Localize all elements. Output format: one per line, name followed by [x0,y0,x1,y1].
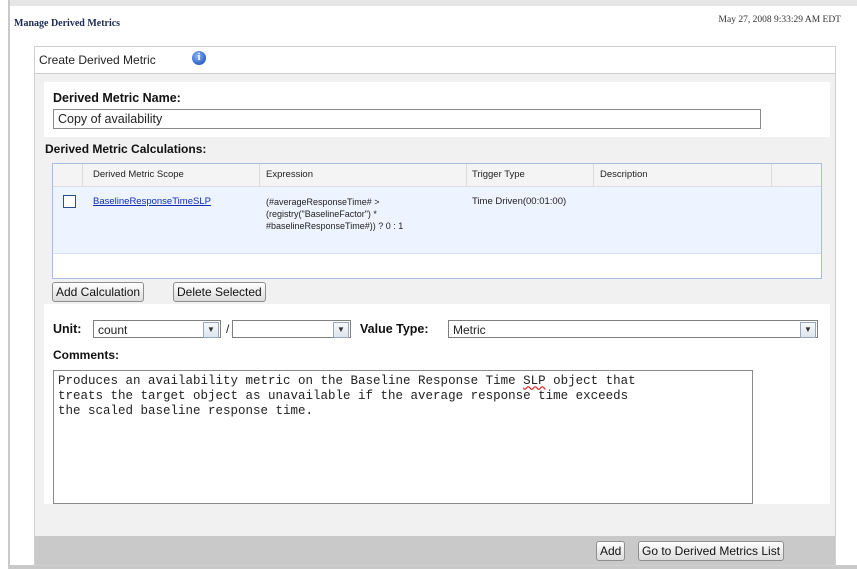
timestamp: May 27, 2008 9:33:29 AM EDT [718,15,841,25]
row-select-checkbox[interactable] [63,195,76,208]
column-header-trigger-type[interactable]: Trigger Type [472,169,525,180]
comments-label: Comments: [53,348,120,362]
scope-link[interactable]: BaselineResponseTimeSLP [93,196,211,207]
expression-line: (registry("BaselineFactor") * [266,209,377,219]
tab-create-derived-metric[interactable]: Create Derived Metric i [34,46,836,74]
column-header-scope[interactable]: Derived Metric Scope [93,169,184,180]
calculations-table: Derived Metric Scope Expression Trigger … [52,163,822,279]
delete-selected-button[interactable]: Delete Selected [173,282,266,302]
footer-bar: Add Go to Derived Metrics List [35,536,835,565]
window-top-border [8,0,857,6]
column-separator [593,164,594,186]
chevron-down-icon: ▼ [800,322,816,338]
unit-select-value: count [98,323,128,337]
column-header-description[interactable]: Description [600,169,648,180]
go-to-derived-metrics-list-button[interactable]: Go to Derived Metrics List [638,541,785,561]
column-separator [466,164,467,186]
expression-cell: (#averageResponseTime# > (registry("Base… [266,196,471,232]
unit-per-select[interactable]: ▼ [232,320,351,338]
page-title: Manage Derived Metrics [14,18,121,29]
value-type-label: Value Type: [360,322,429,336]
add-button[interactable]: Add [596,541,626,561]
window-left-border [8,0,10,569]
calculations-label: Derived Metric Calculations: [45,142,207,156]
comments-text: Produces an availability metric on the B… [58,374,524,388]
chevron-down-icon: ▼ [333,322,349,338]
add-calculation-button[interactable]: Add Calculation [52,282,145,302]
comments-spell-flag: SLP [523,374,546,388]
metric-name-input[interactable]: Copy of availability [53,109,761,129]
column-separator [771,164,772,186]
name-label: Derived Metric Name: [53,91,181,105]
value-type-select[interactable]: Metric ▼ [448,320,818,338]
expression-line: (#averageResponseTime# > [266,197,380,207]
value-type-select-value: Metric [453,323,486,337]
info-icon[interactable]: i [192,51,206,65]
column-separator [82,164,83,186]
chevron-down-icon: ▼ [203,322,219,338]
trigger-type-cell: Time Driven(00:01:00) [472,196,567,207]
column-header-expression[interactable]: Expression [266,169,313,180]
column-separator [259,164,260,186]
unit-label: Unit: [53,322,82,336]
table-header: Derived Metric Scope Expression Trigger … [53,164,821,187]
unit-separator: / [226,322,230,336]
comments-textarea[interactable]: Produces an availability metric on the B… [53,370,753,504]
table-row[interactable]: BaselineResponseTimeSLP (#averageRespons… [53,187,821,254]
expression-line: #baselineResponseTime#)) ? 0 : 1 [266,221,404,231]
tab-label: Create Derived Metric [39,53,156,67]
create-form-panel: Derived Metric Name: Copy of availabilit… [34,73,836,566]
unit-select[interactable]: count ▼ [93,320,221,338]
